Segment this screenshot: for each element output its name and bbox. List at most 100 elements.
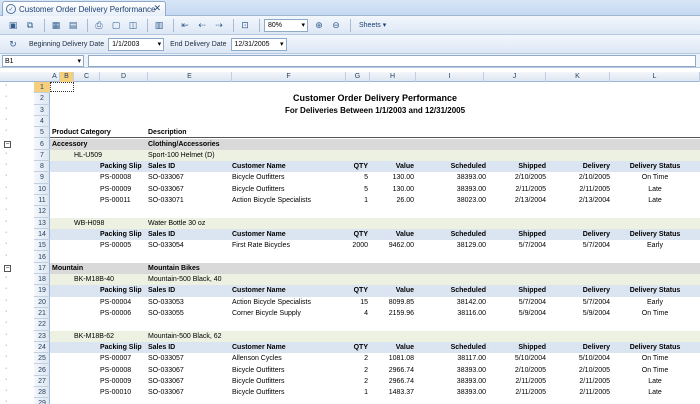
copy-icon[interactable]: ⧉ xyxy=(23,18,37,32)
row-header[interactable]: 18 xyxy=(34,274,50,286)
outline-dot-icon: · xyxy=(5,274,8,282)
name-box[interactable]: B1 ▾ xyxy=(2,55,84,67)
scheduled-cell: 38129.00 xyxy=(456,242,486,250)
sheet-row: WB-H098 Water Bottle 30 oz xyxy=(50,217,700,229)
row-header[interactable]: 2 xyxy=(34,93,50,105)
product-description: Water Bottle 30 oz xyxy=(148,219,206,227)
sheet-row: BK-M18B-40 Mountain-500 Black, 40 xyxy=(50,274,700,286)
row-header[interactable]: 7 xyxy=(34,150,50,162)
column-header-d[interactable]: D xyxy=(100,72,148,82)
preview-icon[interactable]: ◫ xyxy=(126,18,140,32)
table-row: PS-00007 SO-033057 Allenson Cycles 2 1081.08… xyxy=(50,353,700,364)
zoom-in-icon[interactable]: ⊕ xyxy=(312,18,326,32)
row-header[interactable]: 29 xyxy=(34,398,50,404)
row-header[interactable]: 5 xyxy=(34,127,50,139)
close-icon[interactable]: ✕ xyxy=(153,3,161,14)
row-header[interactable]: 16 xyxy=(34,252,50,263)
value-header: Value xyxy=(395,287,414,295)
design-icon[interactable]: ▥ xyxy=(152,18,166,32)
sales-id-cell: SO-033067 xyxy=(148,185,184,193)
column-header-h[interactable]: H xyxy=(370,72,416,82)
delivery-header: Delivery xyxy=(582,343,610,351)
packing-slip-cell: PS-00004 xyxy=(100,298,132,306)
beginning-date-select[interactable]: 1/1/2003 ▾ xyxy=(108,37,165,51)
row-header[interactable]: 14 xyxy=(34,229,50,241)
end-date-value: 12/31/2005 xyxy=(234,40,270,48)
export-pdf-icon[interactable]: ▤ xyxy=(66,18,80,32)
collapse-group-icon[interactable]: − xyxy=(4,264,11,272)
collapse-group-icon[interactable]: − xyxy=(4,140,11,148)
toolbar-separator xyxy=(173,18,174,32)
delivery-cell: 2/10/2005 xyxy=(578,174,610,182)
export-excel-icon[interactable]: ▦ xyxy=(49,18,63,32)
delivery-status-cell: On Time xyxy=(641,355,669,363)
formula-input[interactable] xyxy=(88,55,696,67)
sheets-button[interactable]: Sheets ▾ xyxy=(359,21,386,29)
report-window: ✓ Customer Order Delivery Performance ✕ … xyxy=(0,0,700,404)
zoom-out-icon[interactable]: ⊖ xyxy=(329,18,343,32)
refresh-icon[interactable]: ↻ xyxy=(6,37,20,51)
product-code: BK-M18B-40 xyxy=(74,276,115,284)
column-header-a[interactable]: A xyxy=(50,72,60,82)
row-header[interactable]: 23 xyxy=(34,331,50,342)
end-date-select[interactable]: 12/31/2005 ▾ xyxy=(230,37,287,51)
row-header[interactable]: 26 xyxy=(34,365,50,376)
value-header: Value xyxy=(395,163,414,171)
column-header-c[interactable]: C xyxy=(74,72,100,82)
product-code: WB-H098 xyxy=(74,219,105,227)
row-header[interactable]: 20 xyxy=(34,297,50,308)
column-header-l[interactable]: L xyxy=(610,72,700,82)
column-header-e[interactable]: E xyxy=(148,72,232,82)
prev-page-icon[interactable]: ⇠ xyxy=(195,18,209,32)
tab-report[interactable]: ✓ Customer Order Delivery Performance ✕ xyxy=(2,1,166,16)
column-header-g[interactable]: G xyxy=(346,72,370,82)
outline-dot-icon: · xyxy=(5,115,8,123)
save-icon[interactable]: ▣ xyxy=(6,18,20,32)
table-row: PS-00005 SO-033054 First Rate Bicycles 2000… xyxy=(50,240,700,251)
zoom-select[interactable]: 80% ▾ xyxy=(264,18,308,32)
value-cell: 2966.74 xyxy=(388,377,414,385)
zoom-value: 80% xyxy=(268,21,283,29)
row-header[interactable]: 22 xyxy=(34,319,50,331)
row-header[interactable]: 11 xyxy=(34,195,50,207)
row-header[interactable]: 17 xyxy=(34,263,50,275)
column-header-k[interactable]: K xyxy=(546,72,610,82)
sheet-row: Packing Slip Sales ID Customer Name QTY Valu… xyxy=(50,285,700,297)
row-header[interactable]: 25 xyxy=(34,353,50,365)
value-cell: 1081.08 xyxy=(388,355,414,363)
row-header[interactable]: 28 xyxy=(34,387,50,399)
row-header[interactable]: 19 xyxy=(34,285,50,297)
row-header[interactable]: 12 xyxy=(34,206,50,218)
toolbar-separator xyxy=(350,18,351,32)
first-page-icon[interactable]: ⇤ xyxy=(178,18,192,32)
packing-slip-header: Packing Slip xyxy=(100,343,142,351)
row-header[interactable]: 1 xyxy=(34,82,50,94)
fit-page-icon[interactable]: ⊡ xyxy=(238,18,252,32)
row-header[interactable]: 10 xyxy=(34,184,50,195)
print-icon[interactable]: ⎙ xyxy=(92,18,106,32)
sales-id-cell: SO-033055 xyxy=(148,310,184,317)
column-header-b[interactable]: B xyxy=(60,72,74,82)
column-header-j[interactable]: J xyxy=(484,72,546,82)
row-header[interactable]: 4 xyxy=(34,116,50,128)
page-setup-icon[interactable]: ▢ xyxy=(109,18,123,32)
row-header[interactable]: 21 xyxy=(34,308,50,320)
column-header-i[interactable]: I xyxy=(416,72,484,82)
selected-cell[interactable] xyxy=(50,82,74,93)
row-header[interactable]: 27 xyxy=(34,376,50,388)
row-header[interactable]: 9 xyxy=(34,172,50,184)
delivery-header: Delivery xyxy=(582,230,610,238)
next-page-icon[interactable]: ⇢ xyxy=(212,18,226,32)
value-header: Value xyxy=(395,230,414,238)
row-header[interactable]: 15 xyxy=(34,240,50,252)
row-header[interactable]: 3 xyxy=(34,105,50,116)
column-header-f[interactable]: F xyxy=(232,72,346,82)
row-header[interactable]: 6 xyxy=(34,139,50,150)
row-header[interactable]: 13 xyxy=(34,218,50,229)
delivery-status-header: Delivery Status xyxy=(629,343,681,351)
shipped-cell: 2/10/2005 xyxy=(514,366,546,374)
row-header[interactable]: 8 xyxy=(34,161,50,173)
row-header[interactable]: 24 xyxy=(34,342,50,354)
delivery-cell: 2/11/2005 xyxy=(579,389,610,397)
packing-slip-header: Packing Slip xyxy=(100,230,142,238)
